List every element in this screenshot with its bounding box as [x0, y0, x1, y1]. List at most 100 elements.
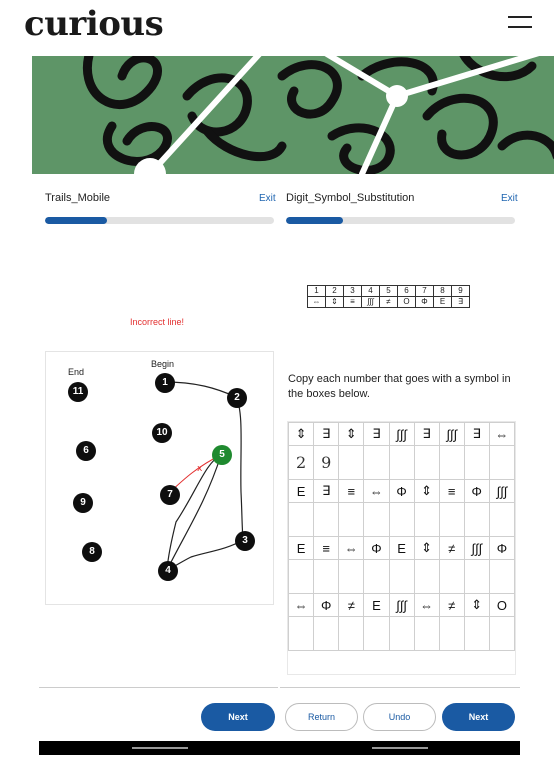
next-button-right[interactable]: Next [442, 703, 515, 731]
dss-answer-cell[interactable] [413, 445, 440, 480]
dss-answer-cell[interactable] [488, 445, 516, 480]
dss-symbol-cell: ⇔ [488, 422, 516, 446]
trails-canvas[interactable]: x Begin End 1 2 3 4 5 6 7 8 9 10 11 [45, 351, 274, 605]
dss-answer-cell[interactable] [338, 445, 365, 480]
nav-handle-left[interactable] [132, 747, 188, 749]
dss-grid[interactable]: ⇕ ∃ ⇕ ∃ ∫∫∫ ∃ ∫∫∫ ∃ ⇔ 2 9 E ∃ ≡ ⇔ Φ ⇕ ≡ Φ ∫∫∫ E ≡ ⇔ Φ E ⇕ ≠ ∫∫∫ Φ ⇔ Φ ≠… [287, 421, 516, 675]
dss-symbol-cell: ≡ [438, 479, 465, 503]
dss-answer-cell[interactable] [338, 559, 365, 594]
dss-symbol-cell: ⇕ [413, 536, 440, 560]
undo-button[interactable]: Undo [363, 703, 436, 731]
dss-symbol-cell: ⇕ [338, 422, 365, 446]
dss-symbol-cell: ⇔ [338, 536, 365, 560]
dss-symbol-cell: ∃ [313, 422, 340, 446]
key-symbol: ∫∫∫ [361, 296, 380, 308]
trail-node-5[interactable]: 5 [212, 445, 232, 465]
dss-symbol-cell: ∃ [363, 422, 390, 446]
key-symbol: Φ [415, 296, 434, 308]
dss-answer-cell[interactable] [438, 445, 465, 480]
dss-answer-cell[interactable] [338, 616, 365, 651]
key-symbol: ⇕ [325, 296, 344, 308]
dss-answer-cell[interactable] [488, 559, 516, 594]
end-label: End [68, 367, 85, 377]
next-button-left[interactable]: Next [201, 703, 275, 731]
dss-answer-cell[interactable] [287, 616, 315, 651]
dss-answer-cell[interactable]: 2 [287, 445, 315, 480]
dss-answer-cell[interactable] [338, 502, 365, 537]
dss-answer-cell[interactable] [363, 616, 390, 651]
key-symbol: ≡ [343, 296, 362, 308]
dss-answer-cell[interactable] [463, 559, 490, 594]
dss-answer-cell[interactable] [363, 559, 390, 594]
dss-answer-cell[interactable] [313, 616, 340, 651]
dss-answer-cell[interactable] [463, 445, 490, 480]
dss-answer-cell[interactable] [388, 616, 415, 651]
hamburger-menu-icon[interactable] [508, 14, 532, 32]
dss-symbol-cell: ≡ [313, 536, 340, 560]
left-progress-fill [45, 217, 107, 224]
trail-node-3[interactable]: 3 [235, 531, 255, 551]
right-progress-bar [286, 217, 515, 224]
trail-node-6[interactable]: 6 [76, 441, 96, 461]
dss-answer-cell[interactable] [438, 616, 465, 651]
key-digit: 7 [415, 285, 434, 297]
dss-symbol-cell: ∃ [413, 422, 440, 446]
error-message: Incorrect line! [130, 317, 185, 327]
dss-symbol-cell: ∫∫∫ [438, 422, 465, 446]
dss-answer-cell[interactable] [413, 502, 440, 537]
dss-symbol-cell: ∫∫∫ [488, 479, 516, 503]
dss-answer-cell[interactable] [488, 502, 516, 537]
key-digit: 6 [397, 285, 416, 297]
dss-answer-cell[interactable] [313, 559, 340, 594]
dss-answer-cell[interactable] [488, 616, 516, 651]
dss-answer-cell[interactable] [438, 559, 465, 594]
right-exit-link[interactable]: Exit [501, 193, 518, 204]
dss-symbol-cell: ≠ [338, 593, 365, 617]
dss-answer-cell[interactable]: 9 [313, 445, 340, 480]
trail-node-2[interactable]: 2 [227, 388, 247, 408]
dss-answer-cell[interactable] [363, 502, 390, 537]
nav-handle-right[interactable] [372, 747, 428, 749]
trail-node-4[interactable]: 4 [158, 561, 178, 581]
trail-node-8[interactable]: 8 [82, 542, 102, 562]
dss-symbol-cell: E [287, 479, 315, 503]
trail-node-10[interactable]: 10 [152, 423, 172, 443]
key-symbol: ∃ [451, 296, 470, 308]
dss-symbol-cell: Φ [463, 479, 490, 503]
dss-symbol-cell: ⇕ [413, 479, 440, 503]
dss-answer-cell[interactable] [287, 502, 315, 537]
left-exit-link[interactable]: Exit [259, 193, 276, 204]
key-symbol: O [397, 296, 416, 308]
dss-answer-cell[interactable] [463, 616, 490, 651]
trail-node-7[interactable]: 7 [160, 485, 180, 505]
trail-node-1[interactable]: 1 [155, 373, 175, 393]
svg-text:x: x [197, 464, 203, 474]
dss-symbol-cell: Φ [388, 479, 415, 503]
dss-answer-cell[interactable] [388, 445, 415, 480]
dss-answer-cell[interactable] [463, 502, 490, 537]
dss-symbol-cell: ∫∫∫ [388, 593, 415, 617]
return-button[interactable]: Return [285, 703, 358, 731]
dss-symbol-cell: ≠ [438, 536, 465, 560]
left-progress-bar [45, 217, 274, 224]
key-digit: 9 [451, 285, 470, 297]
dss-symbol-cell: ⇔ [363, 479, 390, 503]
dss-answer-cell[interactable] [438, 502, 465, 537]
trail-node-11[interactable]: 11 [68, 382, 88, 402]
dss-symbol-cell: E [287, 536, 315, 560]
dss-answer-cell[interactable] [363, 445, 390, 480]
divider-right [280, 687, 520, 688]
dss-answer-cell[interactable] [313, 502, 340, 537]
dss-answer-cell[interactable] [388, 559, 415, 594]
dss-symbol-cell: ∫∫∫ [388, 422, 415, 446]
dss-answer-cell[interactable] [413, 559, 440, 594]
dss-symbol-cell: E [363, 593, 390, 617]
dss-answer-cell[interactable] [388, 502, 415, 537]
dss-symbol-cell: E [388, 536, 415, 560]
trail-node-9[interactable]: 9 [73, 493, 93, 513]
dss-symbol-cell: ∃ [313, 479, 340, 503]
dss-symbol-cell: Φ [313, 593, 340, 617]
dss-answer-cell[interactable] [413, 616, 440, 651]
dss-answer-cell[interactable] [287, 559, 315, 594]
dss-instruction: Copy each number that goes with a symbol… [288, 373, 511, 400]
